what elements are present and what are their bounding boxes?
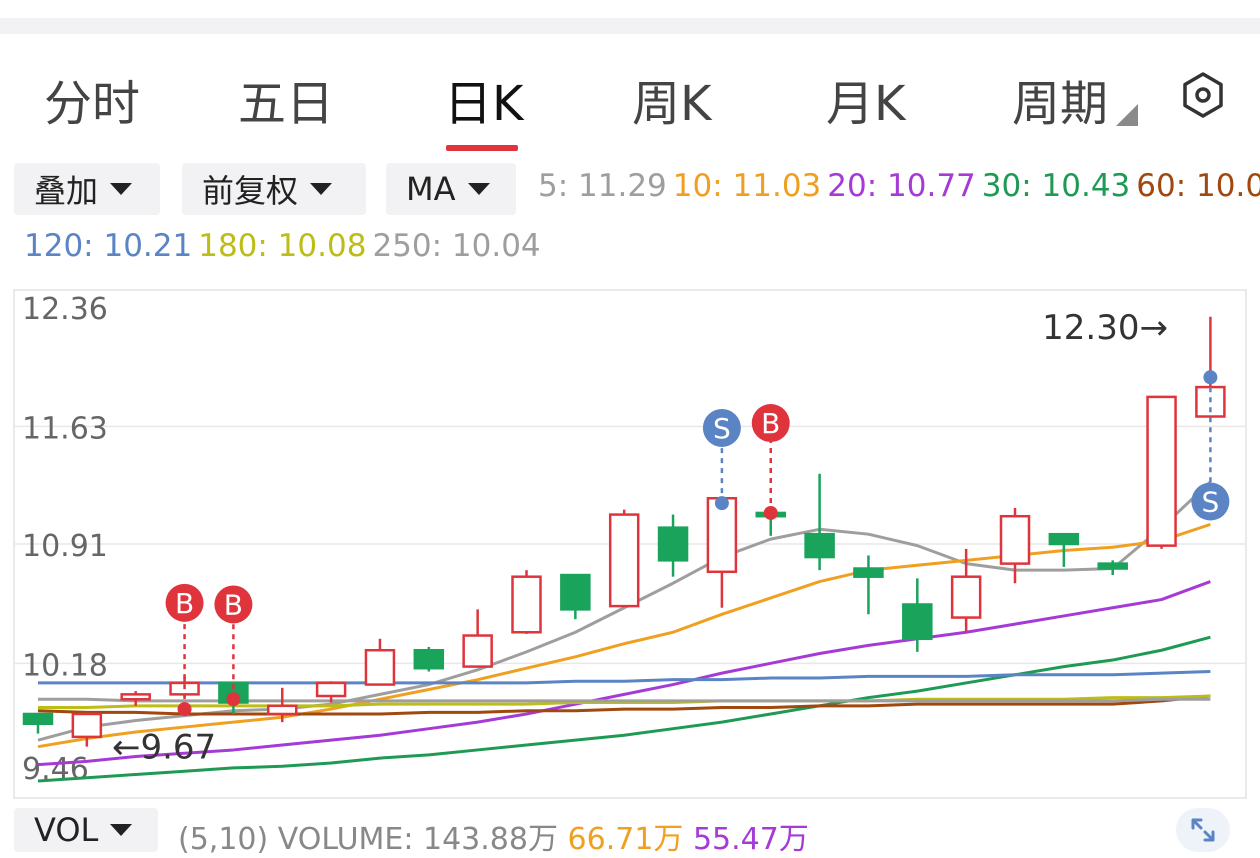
signal-label: B [761,407,780,440]
candle-down[interactable] [413,648,445,670]
adjust-button[interactable]: 前复权 [182,163,366,215]
candle-up[interactable] [71,712,103,739]
ma30-value: 30: 10.43 [981,168,1131,204]
active-tab-indicator [446,145,518,151]
adjust-label: 前复权 [202,172,299,210]
volume-params: (5,10) VOLUME: 143.88万 [178,822,558,857]
period-dropdown-icon [1116,104,1138,126]
candle-up[interactable] [462,634,493,668]
candle-up[interactable] [267,704,298,716]
y-tick-label: 10.91 [22,529,108,564]
status-strip [0,0,1260,34]
tab-monthly-k[interactable]: 月K [826,64,905,134]
expand-icon[interactable] [1176,808,1230,852]
y-tick-label: 12.36 [22,292,108,327]
candle-up[interactable] [950,575,982,619]
max-price-annotation: 12.30→ [1042,308,1168,348]
candle-down[interactable] [1048,532,1080,546]
candle-down[interactable] [22,712,54,726]
ma120-value: 120: 10.21 [24,228,193,264]
signal-dot [763,505,778,520]
tab-weekly-k[interactable]: 周K [632,64,711,134]
volume-selector-label: VOL [34,811,99,849]
signal-label: S [713,412,731,445]
caret-down-icon [110,824,133,836]
y-tick-label: 10.18 [22,648,108,683]
tab-daily-k[interactable]: 日K [444,64,523,134]
signal-label: B [224,588,243,621]
y-tick-label: 11.63 [22,411,108,446]
ma10-value: 10: 11.03 [672,168,822,204]
min-price-annotation: ←9.67 [112,728,216,768]
ma5-value: 5: 11.29 [538,168,667,204]
volume-ma5: 66.71万 [567,822,684,857]
candle-down[interactable] [657,526,689,562]
overlay-label: 叠加 [34,172,99,210]
kline-chart[interactable]: 12.3611.6310.9110.189.46B BSSB12.30→←9.67 [0,280,1260,800]
candle-down[interactable] [902,603,933,641]
overlay-button[interactable]: 叠加 [14,163,160,215]
candle-up[interactable] [364,648,396,686]
signal-dot [714,496,729,511]
candle-down[interactable] [853,567,884,578]
candle-down[interactable] [804,532,835,559]
signal-dot [177,702,192,717]
signal-label: S [1202,486,1220,519]
signal-dot [226,692,241,707]
ma-legend-row1: 5: 11.29 10: 11.03 20: 10.77 30: 10.43 60: 1… [538,168,1260,204]
indicator-label: MA [406,170,456,208]
candle-down[interactable] [1097,562,1128,570]
ma250-value: 250: 10.04 [372,228,541,264]
tab-period[interactable]: 周期 [1012,64,1108,134]
signal-dot [1203,370,1218,385]
y-tick-label: 9.46 [22,752,89,787]
ma-legend-row2: 120: 10.21 180: 10.08 250: 10.04 [24,228,547,264]
tab-intraday[interactable]: 分时 [44,64,140,134]
period-tabs: 分时 五日 日K 周K 月K 周期 [0,56,1260,156]
tab-five-day[interactable]: 五日 [238,64,334,134]
signal-label: B [175,587,194,620]
candle-up[interactable] [999,514,1031,565]
ma20-value: 20: 10.77 [827,168,976,204]
ma-line-ma250 [38,697,1211,703]
candle-up[interactable] [608,513,640,608]
indicator-button[interactable]: MA [386,163,516,215]
volume-legend: (5,10) VOLUME: 143.88万 66.71万 55.47万 [178,814,809,858]
ma-line-ma120 [38,669,1211,685]
volume-selector[interactable]: VOL [14,808,158,852]
candle-up[interactable] [120,693,151,701]
volume-ma10: 55.47万 [692,822,809,857]
candle-up[interactable] [1146,395,1177,547]
settings-icon[interactable] [1178,70,1228,120]
candle-down[interactable] [560,573,591,611]
ma180-value: 180: 10.08 [198,228,367,264]
caret-down-icon [110,183,133,195]
caret-down-icon [310,183,333,195]
ma60-value: 60: 10.01 [1136,168,1260,204]
candle-up[interactable] [315,681,347,698]
candle-up[interactable] [511,575,542,634]
caret-down-icon [467,183,490,195]
